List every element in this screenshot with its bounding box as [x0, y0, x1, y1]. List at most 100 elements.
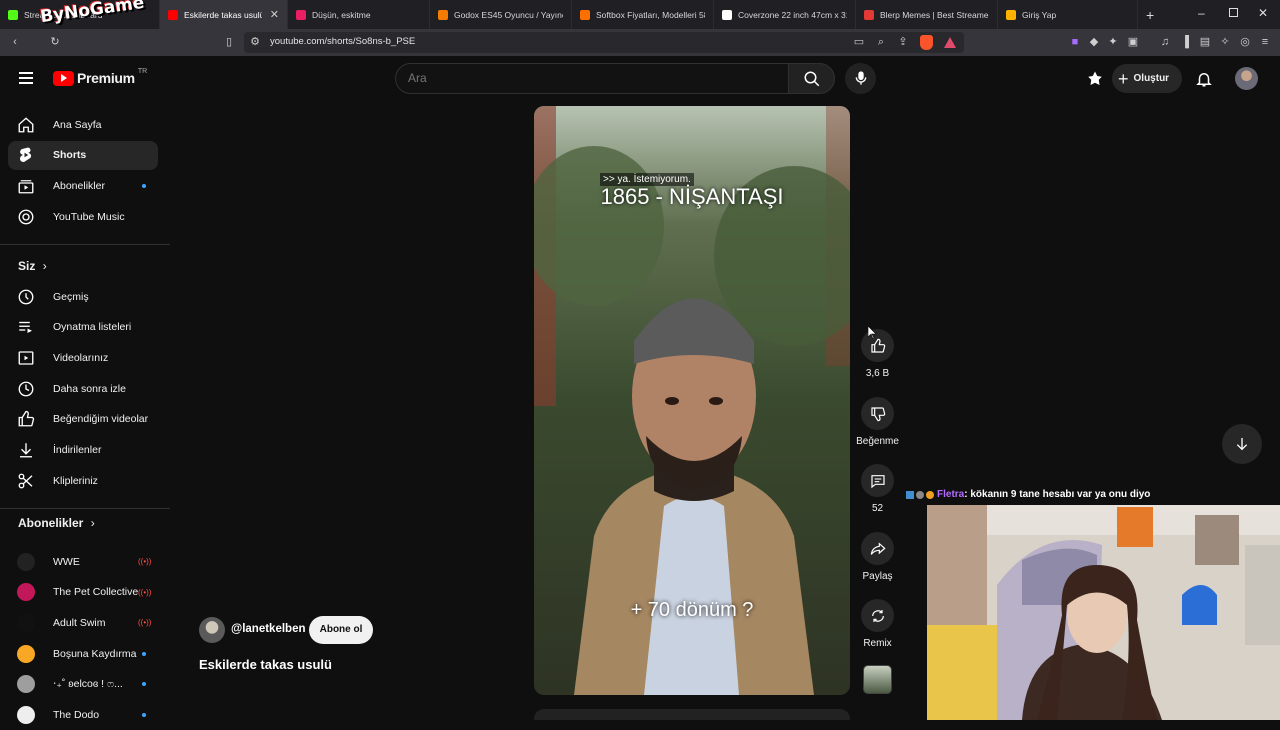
youtube-logo[interactable]: Premium TR — [53, 68, 147, 86]
zoom-icon[interactable]: ⌕ — [874, 35, 888, 49]
sidebar-item[interactable]: Klipleriniz — [8, 466, 158, 495]
caption-title: 1865 - NİŞANTAŞI — [600, 184, 784, 209]
sidebar-item[interactable]: Oynatma listeleri — [8, 313, 158, 342]
extension-2-icon[interactable]: ◆ — [1087, 35, 1101, 49]
clips-icon — [17, 472, 35, 490]
leo-icon[interactable]: ✧ — [1218, 35, 1232, 49]
vpn-icon[interactable]: ◎ — [1238, 35, 1252, 49]
sidebar-item[interactable]: Geçmiş — [8, 282, 158, 311]
tab-label: Coverzone 22 inch 47cm x 31c — [738, 9, 847, 20]
sidebar-item[interactable]: Daha sonra izle — [8, 374, 158, 403]
sidebar-item[interactable]: Ana Sayfa — [8, 110, 158, 139]
browser-tab[interactable]: Blerp Memes | Best Streamer S — [856, 0, 998, 29]
logo-text: Premium — [77, 70, 135, 86]
hamburger-menu-icon[interactable] — [19, 72, 33, 84]
search-input[interactable] — [408, 71, 768, 85]
share-page-icon[interactable]: ⇪ — [896, 35, 910, 49]
cast-icon[interactable]: ▭ — [852, 35, 866, 49]
sidebar-item[interactable]: Boşuna Kaydırma — [8, 639, 158, 668]
sidebar-item-label: Oynatma listeleri — [53, 321, 132, 334]
extension-4-icon[interactable]: ▣ — [1126, 35, 1140, 49]
sidebar-item[interactable]: Videolarınız — [8, 343, 158, 372]
browser-tab[interactable]: Godox ES45 Oyuncu / Yayıncı — [430, 0, 572, 29]
media-icon[interactable]: ♫ — [1158, 35, 1172, 49]
share-button[interactable]: Paylaş — [856, 532, 899, 582]
bookmark-icon[interactable]: ▯ — [222, 35, 236, 49]
sidebar-item-label: Ana Sayfa — [53, 118, 102, 131]
rewards-icon[interactable] — [944, 37, 956, 48]
site-info-icon[interactable]: ⚙ — [248, 35, 262, 49]
tab-label: Blerp Memes | Best Streamer S — [880, 9, 989, 20]
voice-search-button[interactable] — [845, 63, 876, 94]
channel-avatar-icon — [17, 644, 35, 663]
close-window-button[interactable]: ✕ — [1258, 6, 1268, 20]
dislike-circle[interactable] — [861, 397, 894, 430]
sidebar-item[interactable]: The Pet Collective ((•)) — [8, 578, 158, 607]
new-tab-button[interactable]: + — [1146, 7, 1154, 23]
history-icon — [17, 288, 35, 306]
subscribe-button[interactable]: Abone ol — [309, 616, 373, 644]
tab-favicon-icon — [864, 9, 874, 20]
arrow-down-icon — [1236, 438, 1248, 451]
extension-1-icon[interactable]: ■ — [1068, 35, 1082, 49]
create-shorts-icon[interactable] — [1086, 70, 1104, 88]
sidebar-item[interactable]: Shorts — [8, 140, 158, 170]
browser-tab[interactable]: Giriş Yap — [998, 0, 1138, 29]
wallet-icon[interactable]: ▤ — [1198, 35, 1212, 49]
channel-name[interactable]: @lanetkelben — [231, 623, 306, 635]
search-box[interactable] — [395, 63, 788, 94]
sidebar-item[interactable]: Beğendiğim videolar — [8, 405, 158, 434]
share-circle[interactable] — [861, 532, 894, 565]
reload-icon[interactable]: ↻ — [48, 35, 62, 49]
browser-tab[interactable]: Eskilerde takas usulü - Y ✕ — [160, 0, 288, 29]
comments-circle[interactable] — [861, 464, 894, 497]
short-video-player[interactable]: >> ya. İstemiyorum. 1865 - NİŞANTAŞI + 7… — [534, 106, 850, 695]
dislike-button[interactable]: Beğenme — [856, 397, 899, 447]
url-text[interactable]: youtube.com/shorts/So8ns-b_PSE — [270, 36, 415, 47]
sidebar-item[interactable]: ‧₊˚ ʚelcoɞ ! ෆ... — [8, 670, 158, 699]
sidebar-item[interactable]: The Dodo — [8, 701, 158, 730]
account-avatar[interactable] — [1235, 67, 1258, 90]
channel-avatar[interactable] — [199, 617, 225, 643]
sidebar-toggle-icon[interactable]: ▐ — [1178, 35, 1192, 49]
subscriptions-section-header[interactable]: Abonelikler › — [18, 516, 95, 530]
comments-button[interactable]: 52 — [856, 464, 899, 514]
minimize-button[interactable]: – — [1198, 6, 1205, 20]
live-icon: ((•)) — [138, 557, 152, 566]
url-bar[interactable]: ⚙ youtube.com/shorts/So8ns-b_PSE ▭ ⌕ ⇪ — [244, 32, 964, 53]
live-icon: ((•)) — [138, 587, 152, 597]
next-short-button[interactable] — [1222, 424, 1262, 464]
maximize-button[interactable] — [1229, 8, 1238, 17]
remix-button[interactable]: Remix — [856, 599, 899, 649]
tab-label: Softbox Fiyatları, Modelleri 58 — [596, 9, 705, 20]
browser-tab[interactable]: Düşün, eskitme — [288, 0, 430, 29]
browser-tab[interactable]: Softbox Fiyatları, Modelleri 58 — [572, 0, 714, 29]
search-button[interactable] — [788, 63, 835, 94]
sidebar-item[interactable]: Adult Swim ((•)) — [8, 608, 158, 637]
close-tab-icon[interactable]: ✕ — [270, 8, 279, 21]
music-icon — [17, 208, 35, 226]
brave-shields-icon[interactable] — [920, 35, 933, 50]
you-header-label: Siz — [18, 259, 36, 273]
tab-label: Giriş Yap — [1022, 9, 1057, 20]
browser-tab[interactable]: Coverzone 22 inch 47cm x 31c — [714, 0, 856, 29]
you-section-header[interactable]: Siz › — [18, 259, 47, 273]
remix-circle[interactable] — [861, 599, 894, 632]
like-circle[interactable] — [861, 329, 894, 362]
notifications-bell-icon[interactable] — [1195, 70, 1213, 88]
sidebar-item-label: İndirilenler — [53, 444, 102, 456]
like-button[interactable]: 3,6 B — [856, 329, 899, 379]
caption-bottom: + 70 dönüm ? — [630, 599, 754, 621]
sound-thumbnail[interactable] — [863, 665, 892, 694]
sidebar-item[interactable]: İndirilenler — [8, 436, 158, 465]
menu-icon[interactable]: ≡ — [1258, 35, 1272, 49]
sidebar-item[interactable]: Abonelikler — [8, 171, 158, 200]
create-button[interactable]: + Oluştur — [1112, 64, 1182, 93]
tab-favicon-icon — [1006, 9, 1016, 20]
back-icon[interactable]: ‹ — [8, 35, 22, 49]
sidebar-item[interactable]: YouTube Music — [8, 202, 158, 231]
extension-3-icon[interactable]: ✦ — [1106, 35, 1120, 49]
sidebar-item[interactable]: WWE ((•)) — [8, 547, 158, 576]
comment-icon — [870, 474, 885, 488]
thumbs-up-icon — [870, 338, 885, 353]
